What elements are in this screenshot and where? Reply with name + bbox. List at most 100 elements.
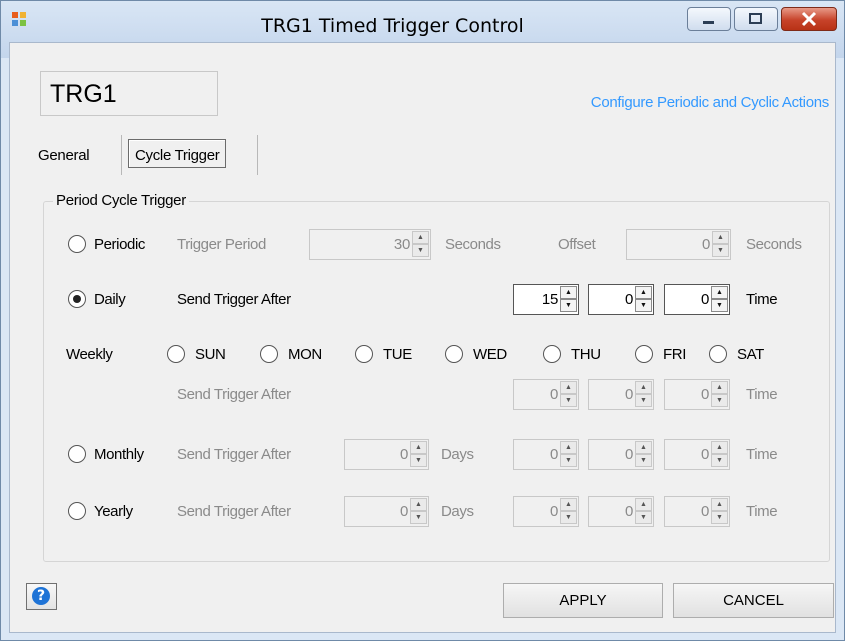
up-arrow-icon[interactable]: ▲ [635, 381, 652, 394]
down-arrow-icon[interactable]: ▼ [711, 454, 728, 467]
down-arrow-icon[interactable]: ▼ [410, 511, 427, 524]
up-arrow-icon[interactable]: ▲ [635, 441, 652, 454]
up-arrow-icon[interactable]: ▲ [711, 441, 728, 454]
tab-general[interactable]: General [38, 147, 90, 164]
daily-second-stepper[interactable]: 0 ▲ ▼ [664, 284, 730, 315]
weekday-radio-wed[interactable] [445, 345, 463, 363]
apply-button[interactable]: APPLY [503, 583, 663, 618]
up-arrow-icon[interactable]: ▲ [560, 381, 577, 394]
up-arrow-icon[interactable]: ▲ [560, 441, 577, 454]
yearly-after-label: Send Trigger After [177, 503, 291, 520]
yearly-hour-value: 0 [549, 503, 558, 520]
up-arrow-icon[interactable]: ▲ [560, 286, 577, 299]
weekday-label-thu: THU [571, 346, 601, 363]
weekday-radio-sun[interactable] [167, 345, 185, 363]
yearly-minute-value: 0 [624, 503, 633, 520]
weekly-hour-value: 0 [549, 386, 558, 403]
up-arrow-icon[interactable]: ▲ [635, 498, 652, 511]
monthly-minute-value: 0 [624, 446, 633, 463]
down-arrow-icon[interactable]: ▼ [635, 299, 652, 312]
down-arrow-icon[interactable]: ▼ [560, 394, 577, 407]
down-arrow-icon[interactable]: ▼ [560, 454, 577, 467]
yearly-days-stepper[interactable]: 0 ▲ ▼ [344, 496, 429, 527]
weekly-after-label: Send Trigger After [177, 386, 291, 403]
down-arrow-icon[interactable]: ▼ [410, 454, 427, 467]
trigger-name-box: TRG1 [40, 71, 218, 116]
yearly-label: Yearly [94, 503, 133, 520]
up-arrow-icon[interactable]: ▲ [560, 498, 577, 511]
daily-hour-stepper[interactable]: 15 ▲ ▼ [513, 284, 579, 315]
weekly-second-stepper[interactable]: 0 ▲ ▼ [664, 379, 730, 410]
yearly-days-value: 0 [399, 503, 408, 520]
offset-value: 0 [701, 236, 710, 253]
down-arrow-icon[interactable]: ▼ [711, 299, 728, 312]
monthly-days-unit: Days [441, 446, 474, 463]
tab-divider [257, 135, 258, 175]
daily-radio[interactable] [68, 290, 86, 308]
down-arrow-icon[interactable]: ▼ [711, 394, 728, 407]
monthly-days-stepper[interactable]: 0 ▲ ▼ [344, 439, 429, 470]
yearly-radio[interactable] [68, 502, 86, 520]
yearly-hour-stepper[interactable]: 0 ▲ ▼ [513, 496, 579, 527]
down-arrow-icon[interactable]: ▼ [412, 244, 429, 257]
weekday-radio-tue[interactable] [355, 345, 373, 363]
up-arrow-icon[interactable]: ▲ [711, 286, 728, 299]
monthly-minute-stepper[interactable]: 0 ▲ ▼ [588, 439, 654, 470]
monthly-hour-value: 0 [549, 446, 558, 463]
monthly-radio[interactable] [68, 445, 86, 463]
yearly-minute-stepper[interactable]: 0 ▲ ▼ [588, 496, 654, 527]
configure-actions-link[interactable]: Configure Periodic and Cyclic Actions [591, 94, 830, 111]
down-arrow-icon[interactable]: ▼ [711, 511, 728, 524]
down-arrow-icon[interactable]: ▼ [560, 299, 577, 312]
weekday-radio-fri[interactable] [635, 345, 653, 363]
weekday-radio-thu[interactable] [543, 345, 561, 363]
daily-minute-value: 0 [624, 291, 633, 308]
daily-after-label: Send Trigger After [177, 291, 291, 308]
up-arrow-icon[interactable]: ▲ [712, 231, 729, 244]
offset-label: Offset [558, 236, 596, 253]
yearly-days-unit: Days [441, 503, 474, 520]
weekly-minute-stepper[interactable]: 0 ▲ ▼ [588, 379, 654, 410]
daily-second-value: 0 [700, 291, 709, 308]
down-arrow-icon[interactable]: ▼ [635, 511, 652, 524]
monthly-hour-stepper[interactable]: 0 ▲ ▼ [513, 439, 579, 470]
monthly-second-value: 0 [700, 446, 709, 463]
close-icon [801, 11, 817, 27]
monthly-days-value: 0 [399, 446, 408, 463]
yearly-second-stepper[interactable]: 0 ▲ ▼ [664, 496, 730, 527]
up-arrow-icon[interactable]: ▲ [410, 498, 427, 511]
daily-unit-label: Time [746, 291, 778, 308]
cancel-button[interactable]: CANCEL [673, 583, 834, 618]
tab-divider [121, 135, 122, 175]
minimize-icon [703, 21, 714, 24]
help-button[interactable]: ? [26, 583, 57, 610]
trigger-period-stepper[interactable]: 30 ▲ ▼ [309, 229, 431, 260]
yearly-second-value: 0 [700, 503, 709, 520]
monthly-second-stepper[interactable]: 0 ▲ ▼ [664, 439, 730, 470]
periodic-radio[interactable] [68, 235, 86, 253]
maximize-button[interactable] [734, 7, 778, 31]
weekly-hour-stepper[interactable]: 0 ▲ ▼ [513, 379, 579, 410]
up-arrow-icon[interactable]: ▲ [711, 498, 728, 511]
group-title: Period Cycle Trigger [53, 192, 189, 209]
tab-cycle-trigger[interactable]: Cycle Trigger [128, 139, 227, 168]
daily-minute-stepper[interactable]: 0 ▲ ▼ [588, 284, 654, 315]
up-arrow-icon[interactable]: ▲ [711, 381, 728, 394]
minimize-button[interactable] [687, 7, 731, 31]
up-arrow-icon[interactable]: ▲ [410, 441, 427, 454]
weekday-radio-sat[interactable] [709, 345, 727, 363]
up-arrow-icon[interactable]: ▲ [635, 286, 652, 299]
weekday-label-tue: TUE [383, 346, 412, 363]
up-arrow-icon[interactable]: ▲ [412, 231, 429, 244]
weekday-label-fri: FRI [663, 346, 686, 363]
monthly-unit-label: Time [746, 446, 778, 463]
weekday-radio-mon[interactable] [260, 345, 278, 363]
close-button[interactable] [781, 7, 837, 31]
down-arrow-icon[interactable]: ▼ [635, 394, 652, 407]
weekday-label-sun: SUN [195, 346, 226, 363]
down-arrow-icon[interactable]: ▼ [635, 454, 652, 467]
weekly-label: Weekly [66, 346, 113, 363]
offset-stepper[interactable]: 0 ▲ ▼ [626, 229, 731, 260]
down-arrow-icon[interactable]: ▼ [560, 511, 577, 524]
down-arrow-icon[interactable]: ▼ [712, 244, 729, 257]
